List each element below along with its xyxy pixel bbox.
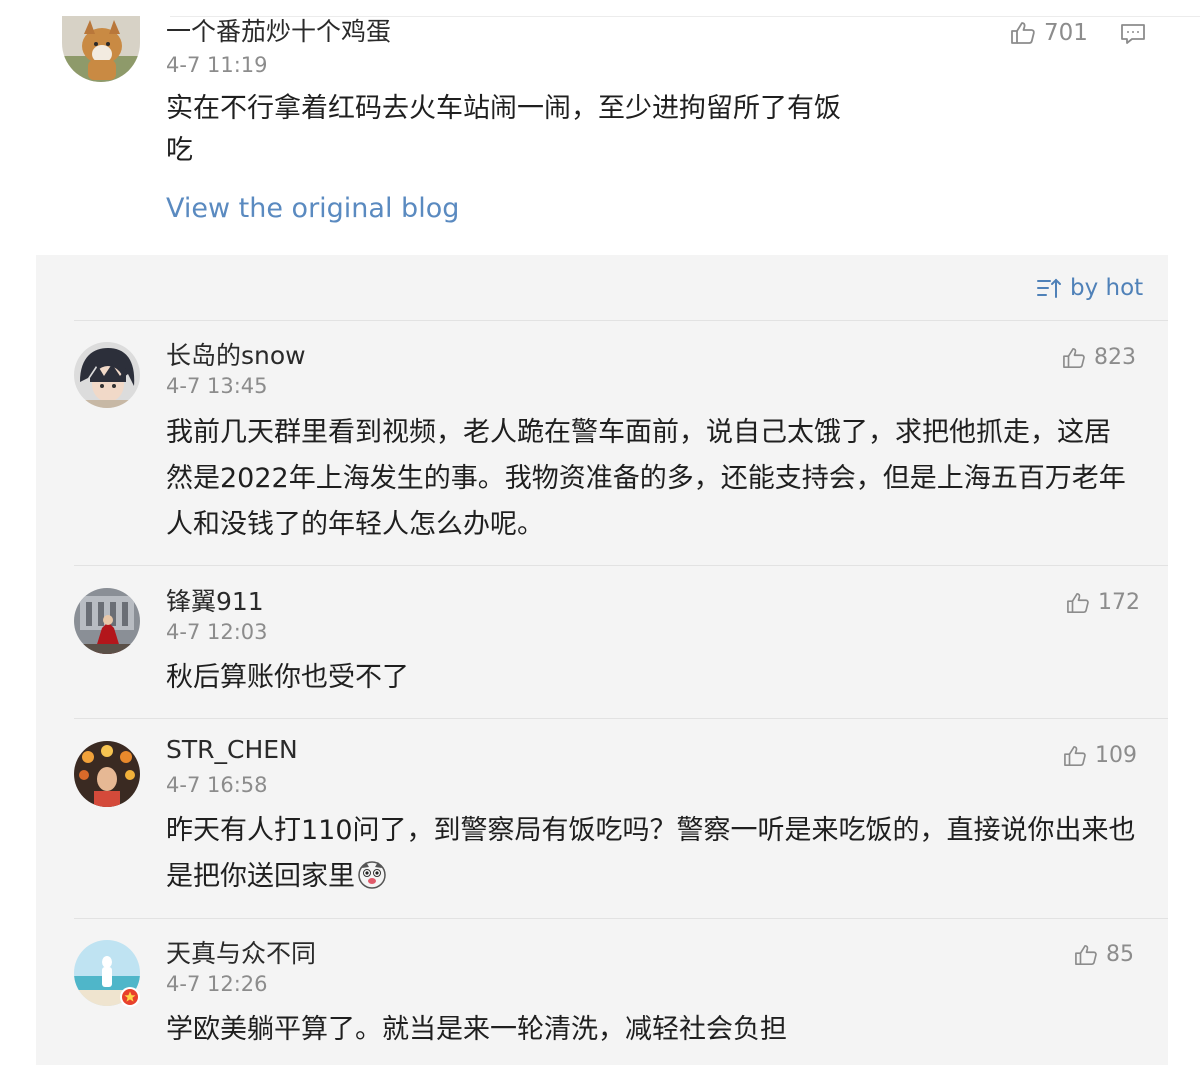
reply-username[interactable]: 天真与众不同 [166,934,316,970]
reply-like-count: 823 [1094,345,1136,370]
face-emoji-icon [357,859,387,889]
comment-icon [1121,24,1145,44]
reply-username[interactable]: 锋翼911 [166,582,264,618]
main-comment-text: 实在不行拿着红码去火车站闹一闹，至少进拘留所了有饭吃 [166,93,841,166]
reply-divider [74,718,1168,719]
view-original-blog-link[interactable]: View the original blog [166,193,459,224]
main-comment-like-button[interactable]: 701 [1010,20,1088,46]
sort-by-hot-button[interactable]: by hot [1036,275,1143,301]
sort-icon [1037,278,1061,298]
thumbs-up-icon [1011,22,1035,44]
main-comment-avatar[interactable] [62,16,140,82]
reply-time: 4-7 12:03 [166,620,268,644]
reply-username[interactable]: STR_CHEN [166,735,298,764]
thumbs-up-icon [1075,944,1097,965]
reply-avatar[interactable] [74,342,140,408]
reply-text: 秋后算账你也受不了 [166,662,409,693]
reply-button[interactable] [1120,22,1146,46]
reply-username[interactable]: 长岛的snow [166,336,306,372]
reply-like-count: 109 [1095,743,1137,768]
reply-divider [74,918,1168,919]
verified-badge [120,987,140,1007]
thumbs-up-icon [1067,592,1089,613]
main-comment: 一个番茄炒十个鸡蛋 4-7 11:19 701 实在不行拿着红码去火车站闹一闹，… [0,0,1200,255]
verified-badge-icon [122,989,138,1005]
thumbs-up-icon [1063,347,1085,368]
main-comment-time: 4-7 11:19 [166,53,268,77]
main-comment-username[interactable]: 一个番茄炒十个鸡蛋 [166,12,391,48]
reply-like-button[interactable]: 823 [1062,345,1136,370]
reply-text: 我前几天群里看到视频，老人跪在警车面前，说自己太饿了，求把他抓走，这居然是202… [166,417,1126,540]
reply-like-button[interactable]: 85 [1074,942,1134,967]
reply-like-button[interactable]: 109 [1063,743,1137,768]
reply-text: 昨天有人打110问了，到警察局有饭吃吗？警察一听是来吃饭的，直接说你出来也是把你… [166,808,1136,900]
reply-like-count: 172 [1098,590,1140,615]
reply-avatar[interactable] [74,588,140,654]
reply-time: 4-7 13:45 [166,374,268,398]
reply-divider [74,565,1168,566]
reply-time: 4-7 12:26 [166,972,268,996]
reply-like-count: 85 [1106,942,1134,967]
main-comment-like-count: 701 [1044,20,1088,46]
thumbs-up-icon [1064,745,1086,766]
sort-label: by hot [1070,275,1144,301]
reply-avatar[interactable] [74,741,140,807]
reply-time: 4-7 16:58 [166,773,268,797]
reply-divider [74,320,1168,321]
reply-text-content: 昨天有人打110问了，到警察局有饭吃吗？警察一听是来吃饭的，直接说你出来也是把你… [166,815,1136,892]
reply-like-button[interactable]: 172 [1066,590,1140,615]
reply-text: 学欧美躺平算了。就当是来一轮清洗，减轻社会负担 [166,1014,787,1045]
